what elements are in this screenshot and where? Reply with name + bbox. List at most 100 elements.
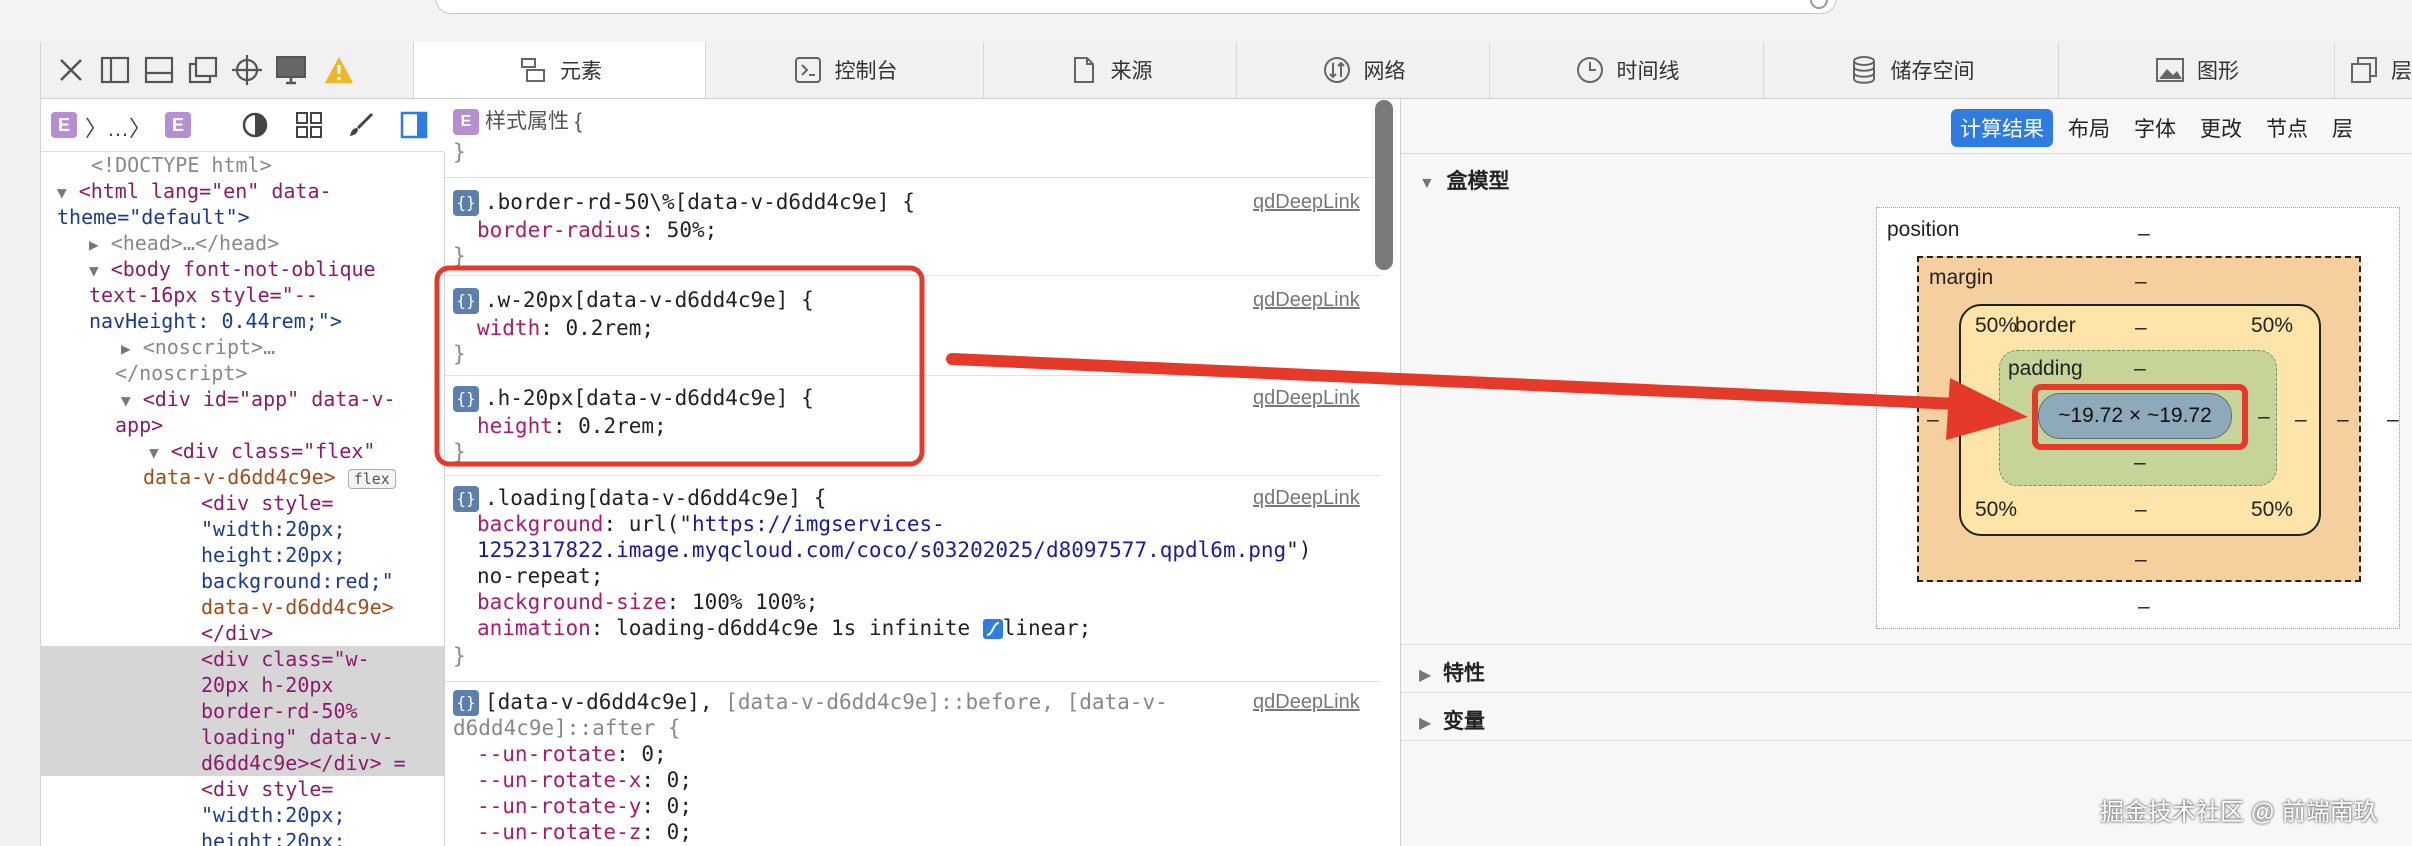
dom-node[interactable]: text-16px style="-- [41,282,444,308]
tab-computed[interactable]: 计算结果 [1951,109,2053,147]
flex-badge[interactable]: flex [347,468,396,489]
address-action-icon[interactable] [1810,0,1828,9]
dom-node[interactable]: <div style= [41,490,444,516]
disclosure-expanded-icon[interactable]: ▼ [1419,175,1435,192]
border-left-value[interactable]: – [1971,408,1983,432]
position-right-value[interactable]: – [2387,408,2399,432]
position-bottom-value[interactable]: – [2138,595,2150,619]
padding-top-value[interactable]: – [2134,357,2146,381]
disclosure-collapsed-icon[interactable]: ▶ [1419,715,1431,732]
css-value[interactable]: 0; [667,820,692,844]
tab-changes[interactable]: 更改 [2191,109,2251,147]
rule-selector[interactable]: .w-20px[data-v-d6dd4c9e] { [485,288,814,312]
dom-node[interactable]: ▼ <html lang="en" data- [41,178,444,204]
box-content[interactable]: ~19.72 × ~19.72 [2038,393,2232,439]
css-value[interactable]: 0; [641,742,666,766]
rule-selector[interactable]: .h-20px[data-v-d6dd4c9e] { [485,386,814,410]
rule-selector-inactive[interactable]: d6dd4c9e]::after { [453,715,681,741]
styles-scrollbar[interactable] [1375,100,1393,270]
css-value[interactable]: loading-d6dd4c9e 1s infinite [616,616,970,640]
border-top-value[interactable]: – [2135,316,2147,340]
css-value[interactable]: 0.2rem; [566,316,655,340]
css-property[interactable]: --un-rotate-x [477,768,641,792]
section-variables[interactable]: ▶ 变量 [1419,705,1485,735]
css-value[interactable]: 0; [667,794,692,818]
rule-source-link[interactable]: qdDeepLink [1253,191,1360,214]
dom-node[interactable]: app> [41,412,444,438]
rule-source-link[interactable]: qdDeepLink [1253,289,1360,312]
dom-node-selected[interactable]: loading" data-v- [41,724,444,750]
dom-node[interactable]: height:20px; [41,828,444,846]
tab-font[interactable]: 字体 [2125,109,2185,147]
dom-node[interactable]: "width:20px; [41,802,444,828]
rule-selector[interactable]: .loading[data-v-d6dd4c9e] { [485,486,826,510]
css-value[interactable]: no-repeat; [477,564,603,588]
css-value[interactable]: linear; [1003,616,1092,640]
breadcrumb-element-icon[interactable]: E [51,112,77,138]
warning-icon[interactable] [321,52,357,88]
border-right-value[interactable]: – [2295,408,2307,432]
position-top-value[interactable]: – [2138,222,2150,246]
tab-layers[interactable]: 层 [2334,42,2412,98]
sidebar-toggle-icon[interactable] [399,110,429,145]
margin-top-value[interactable]: – [2135,270,2147,294]
dom-node[interactable]: ▼ <div class="flex" [41,438,444,464]
dock-bottom-icon[interactable] [141,52,177,88]
dom-node-selected[interactable]: 20px h-20px [41,672,444,698]
border-radius-bottom-right[interactable]: 50% [2251,498,2293,522]
inspect-crosshair-icon[interactable] [229,52,265,88]
dom-node[interactable]: ▶ <noscript>… [41,334,444,360]
tab-console[interactable]: 控制台 [705,42,984,98]
rule-source-link[interactable]: qdDeepLink [1253,691,1360,714]
dom-node-selected[interactable]: border-rd-50% [41,698,444,724]
rule-selector[interactable]: [data-v-d6dd4c9e], [485,690,713,714]
device-icon[interactable] [273,52,309,88]
easing-editor-icon[interactable] [982,619,1003,639]
grid-overlay-icon[interactable] [295,111,323,144]
margin-left-value[interactable]: – [1927,408,1939,432]
border-bottom-value[interactable]: – [2135,498,2147,522]
content-size[interactable]: ~19.72 × ~19.72 [2058,404,2212,428]
css-property[interactable]: --un-rotate [477,742,616,766]
css-value[interactable]: 100% 100%; [692,590,818,614]
dom-node-selected[interactable]: d6dd4c9e></div> = [41,750,444,776]
css-property[interactable]: background-size [477,590,667,614]
border-radius-top-left[interactable]: 50% [1975,314,2017,338]
undock-icon[interactable] [185,52,221,88]
dom-node[interactable]: </noscript> [41,360,444,386]
close-icon[interactable] [53,52,89,88]
margin-right-value[interactable]: – [2337,408,2349,432]
rule-selector[interactable]: .border-rd-50\%[data-v-d6dd4c9e] { [485,190,915,214]
rule-selector-inactive[interactable]: [data-v-d6dd4c9e]::before, [data-v- [713,690,1168,714]
section-traits[interactable]: ▶ 特性 [1419,657,1485,687]
dock-left-icon[interactable] [97,52,133,88]
background-url-link[interactable]: https://imgservices- [692,512,945,536]
tab-sources[interactable]: 来源 [983,42,1237,98]
tab-layers-sidebar[interactable]: 层 [2323,109,2362,147]
dom-node[interactable]: background:red;" [41,568,444,594]
dom-node[interactable]: <div style= [41,776,444,802]
brush-icon[interactable] [347,111,375,144]
disclosure-collapsed-icon[interactable]: ▶ [1419,667,1431,684]
background-url-link[interactable]: 1252317822.image.myqcloud.com/coco/s0320… [477,538,1286,562]
dom-node[interactable]: <!DOCTYPE html> [41,152,444,178]
border-radius-top-right[interactable]: 50% [2251,314,2293,338]
dom-node[interactable]: data-v-d6dd4c9e> [41,594,444,620]
css-property[interactable]: --un-rotate-y [477,794,641,818]
breadcrumb[interactable]: 〉…〉 [85,111,151,143]
css-value[interactable]: 50%; [667,218,718,242]
tab-elements[interactable]: 元素 [413,42,706,98]
tab-layout[interactable]: 布局 [2059,109,2119,147]
css-property[interactable]: height [477,414,553,438]
dom-node[interactable]: ▼ <body font-not-oblique [41,256,444,282]
breadcrumb-element-icon[interactable]: E [165,112,191,138]
css-value[interactable]: 0; [667,768,692,792]
tab-timeline[interactable]: 时间线 [1489,42,1764,98]
css-property[interactable]: border-radius [477,218,641,242]
css-property[interactable]: animation [477,616,591,640]
css-value[interactable]: 0.2rem; [578,414,667,438]
rule-source-link[interactable]: qdDeepLink [1253,487,1360,510]
css-property[interactable]: background [477,512,603,536]
tab-network[interactable]: 网络 [1236,42,1490,98]
dom-node[interactable]: data-v-d6dd4c9e> flex [41,464,444,490]
